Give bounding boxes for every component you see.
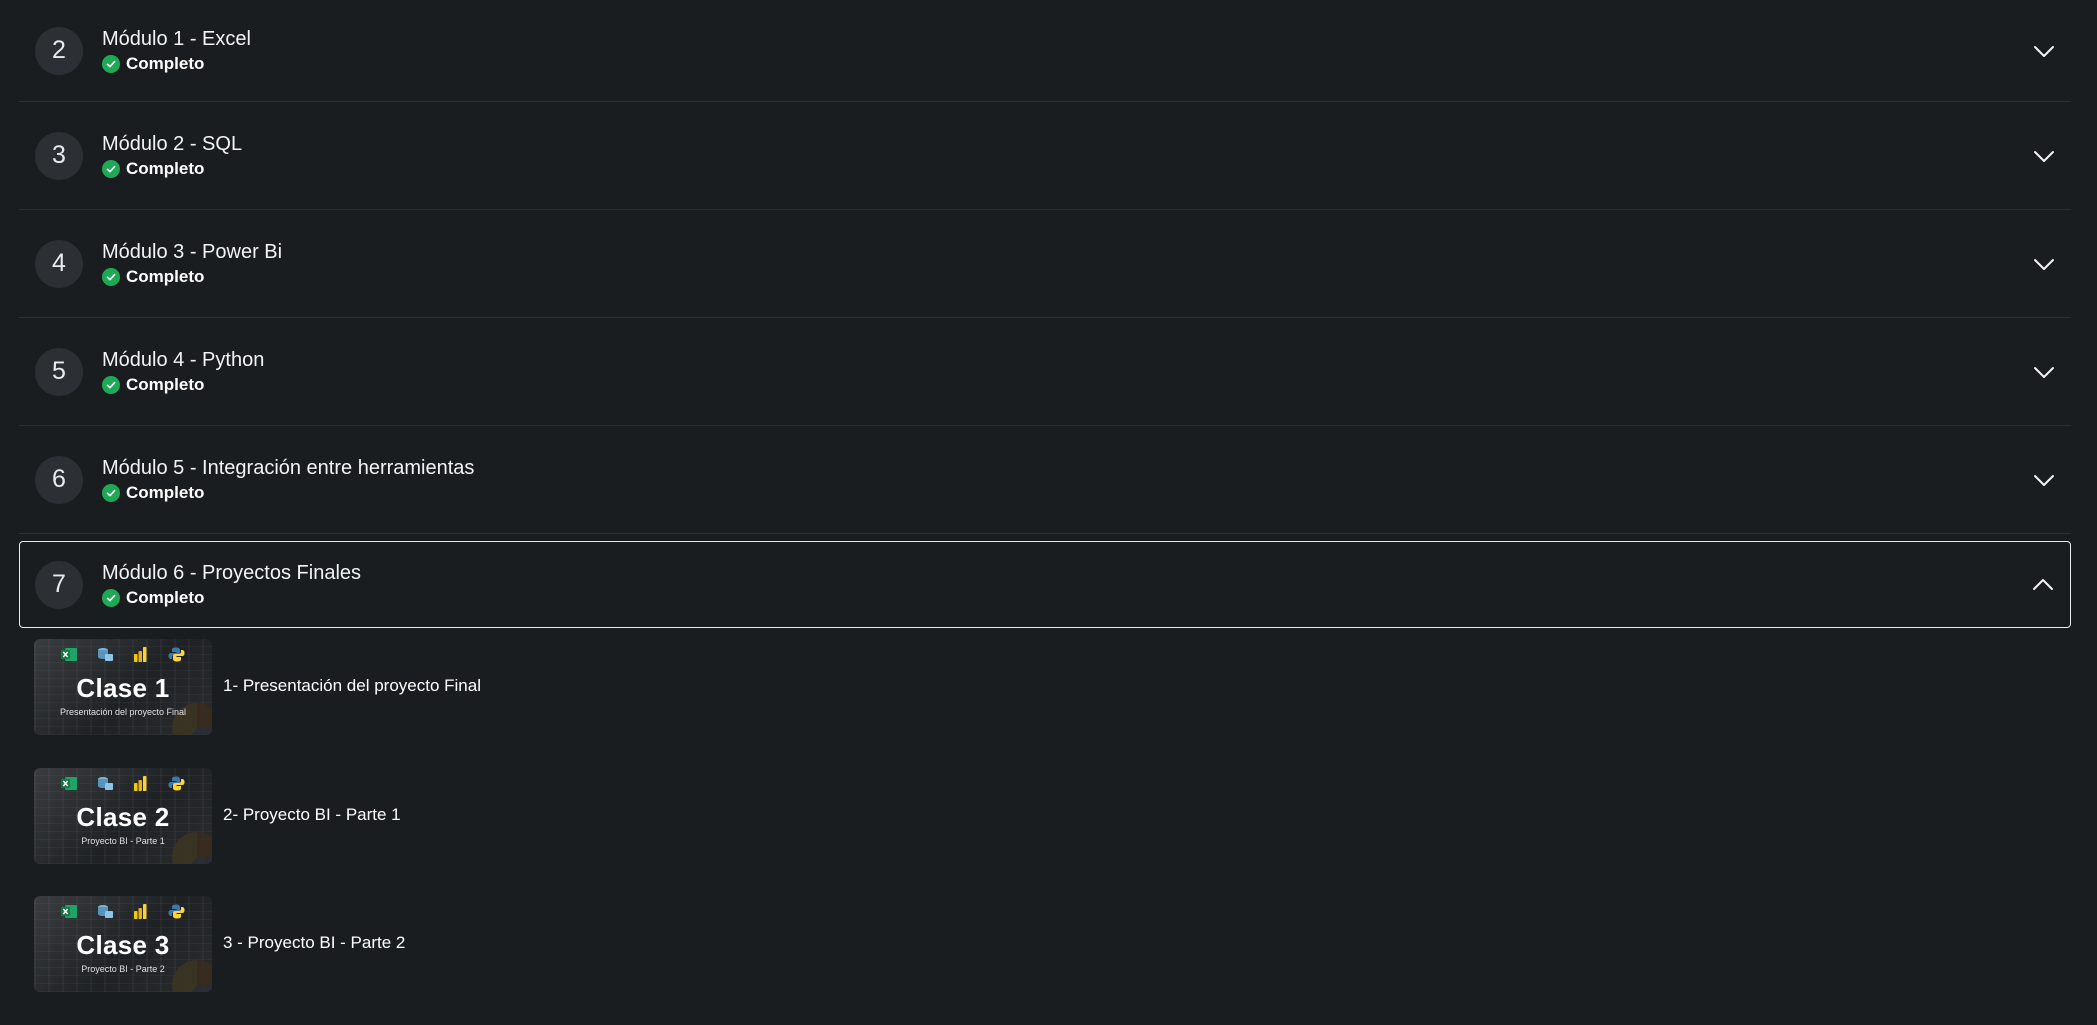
chevron-down-icon[interactable] bbox=[2031, 359, 2057, 385]
status-badge: Completo bbox=[102, 159, 242, 179]
check-circle-icon bbox=[102, 484, 120, 502]
check-circle-icon bbox=[102, 268, 120, 286]
chevron-down-icon[interactable] bbox=[2031, 467, 2057, 493]
module-title: Módulo 4 - Python bbox=[102, 349, 265, 371]
thumbnail-title: Clase 1 bbox=[76, 673, 170, 703]
module-number: 2 bbox=[35, 26, 83, 75]
status-label: Completo bbox=[126, 54, 205, 73]
chevron-down-icon[interactable] bbox=[2031, 251, 2057, 277]
python-icon bbox=[168, 647, 185, 662]
excel-icon bbox=[61, 647, 78, 662]
module-row-python[interactable]: 5 Módulo 4 - Python Completo bbox=[19, 318, 2071, 426]
check-circle-icon bbox=[102, 589, 120, 607]
course-content-list: 2 Módulo 1 - Excel Completo 3 Módulo 2 -… bbox=[19, 0, 2071, 1025]
module-number: 5 bbox=[35, 347, 83, 396]
sql-server-icon bbox=[97, 647, 114, 662]
chevron-down-icon[interactable] bbox=[2031, 38, 2057, 64]
lesson-title[interactable]: 2- Proyecto BI - Parte 1 bbox=[223, 805, 401, 825]
module-title: Módulo 5 - Integración entre herramienta… bbox=[102, 457, 475, 479]
lesson-item-1[interactable]: Clase 1 Presentación del proyecto Final … bbox=[19, 639, 2071, 768]
python-icon bbox=[168, 776, 185, 791]
lesson-thumbnail[interactable]: Clase 2 Proyecto BI - Parte 1 bbox=[34, 767, 212, 864]
lesson-item-3[interactable]: Clase 3 Proyecto BI - Parte 2 3 - Proyec… bbox=[19, 896, 2071, 1025]
check-circle-icon bbox=[102, 376, 120, 394]
check-circle-icon bbox=[102, 55, 120, 73]
module-number: 6 bbox=[35, 455, 83, 504]
module-row-sql[interactable]: 3 Módulo 2 - SQL Completo bbox=[19, 102, 2071, 210]
status-label: Completo bbox=[126, 483, 205, 502]
check-circle-icon bbox=[102, 160, 120, 178]
thumbnail-title: Clase 3 bbox=[76, 930, 170, 960]
status-badge: Completo bbox=[102, 483, 474, 503]
module-title: Módulo 2 - SQL bbox=[102, 133, 243, 155]
status-label: Completo bbox=[126, 159, 205, 178]
module-title: Módulo 1 - Excel bbox=[102, 28, 251, 50]
lesson-title[interactable]: 3 - Proyecto BI - Parte 2 bbox=[223, 933, 405, 953]
lesson-item-2[interactable]: Clase 2 Proyecto BI - Parte 1 2- Proyect… bbox=[19, 767, 2071, 897]
status-badge: Completo bbox=[102, 267, 282, 287]
lesson-thumbnail[interactable]: Clase 3 Proyecto BI - Parte 2 bbox=[34, 896, 212, 992]
lesson-list: Clase 1 Presentación del proyecto Final … bbox=[19, 639, 2071, 1025]
module-number: 4 bbox=[35, 239, 83, 288]
power-bi-icon bbox=[132, 904, 149, 919]
excel-icon bbox=[61, 904, 78, 919]
thumbnail-title: Clase 2 bbox=[76, 801, 170, 832]
chevron-up-icon[interactable] bbox=[2030, 572, 2056, 598]
module-title: Módulo 3 - Power Bi bbox=[102, 241, 283, 263]
sql-server-icon bbox=[97, 776, 114, 791]
module-row-integracion[interactable]: 6 Módulo 5 - Integración entre herramien… bbox=[19, 426, 2071, 534]
status-label: Completo bbox=[126, 588, 205, 607]
power-bi-icon bbox=[132, 647, 149, 662]
excel-icon bbox=[61, 776, 78, 791]
module-number: 3 bbox=[35, 131, 83, 180]
module-row-proyectos-finales[interactable]: 7 Módulo 6 - Proyectos Finales Completo bbox=[19, 541, 2071, 628]
lesson-thumbnail[interactable]: Clase 1 Presentación del proyecto Final bbox=[34, 639, 212, 735]
status-badge: Completo bbox=[102, 375, 264, 395]
power-bi-icon bbox=[132, 775, 149, 791]
module-row-excel[interactable]: 2 Módulo 1 - Excel Completo bbox=[19, 0, 2071, 102]
thumbnail-subtitle: Presentación del proyecto Final bbox=[59, 707, 187, 717]
status-label: Completo bbox=[126, 267, 205, 286]
status-badge: Completo bbox=[102, 588, 361, 608]
chevron-down-icon[interactable] bbox=[2031, 143, 2057, 169]
module-row-power-bi[interactable]: 4 Módulo 3 - Power Bi Completo bbox=[19, 210, 2071, 318]
status-label: Completo bbox=[126, 375, 205, 394]
lesson-title[interactable]: 1- Presentación del proyecto Final bbox=[223, 676, 481, 696]
thumbnail-subtitle: Proyecto BI - Parte 2 bbox=[81, 964, 165, 974]
sql-server-icon bbox=[97, 904, 114, 919]
module-number: 7 bbox=[35, 560, 83, 609]
thumbnail-subtitle: Proyecto BI - Parte 1 bbox=[81, 835, 165, 846]
python-icon bbox=[168, 904, 185, 919]
status-badge: Completo bbox=[102, 54, 251, 74]
module-title: Módulo 6 - Proyectos Finales bbox=[102, 562, 362, 584]
